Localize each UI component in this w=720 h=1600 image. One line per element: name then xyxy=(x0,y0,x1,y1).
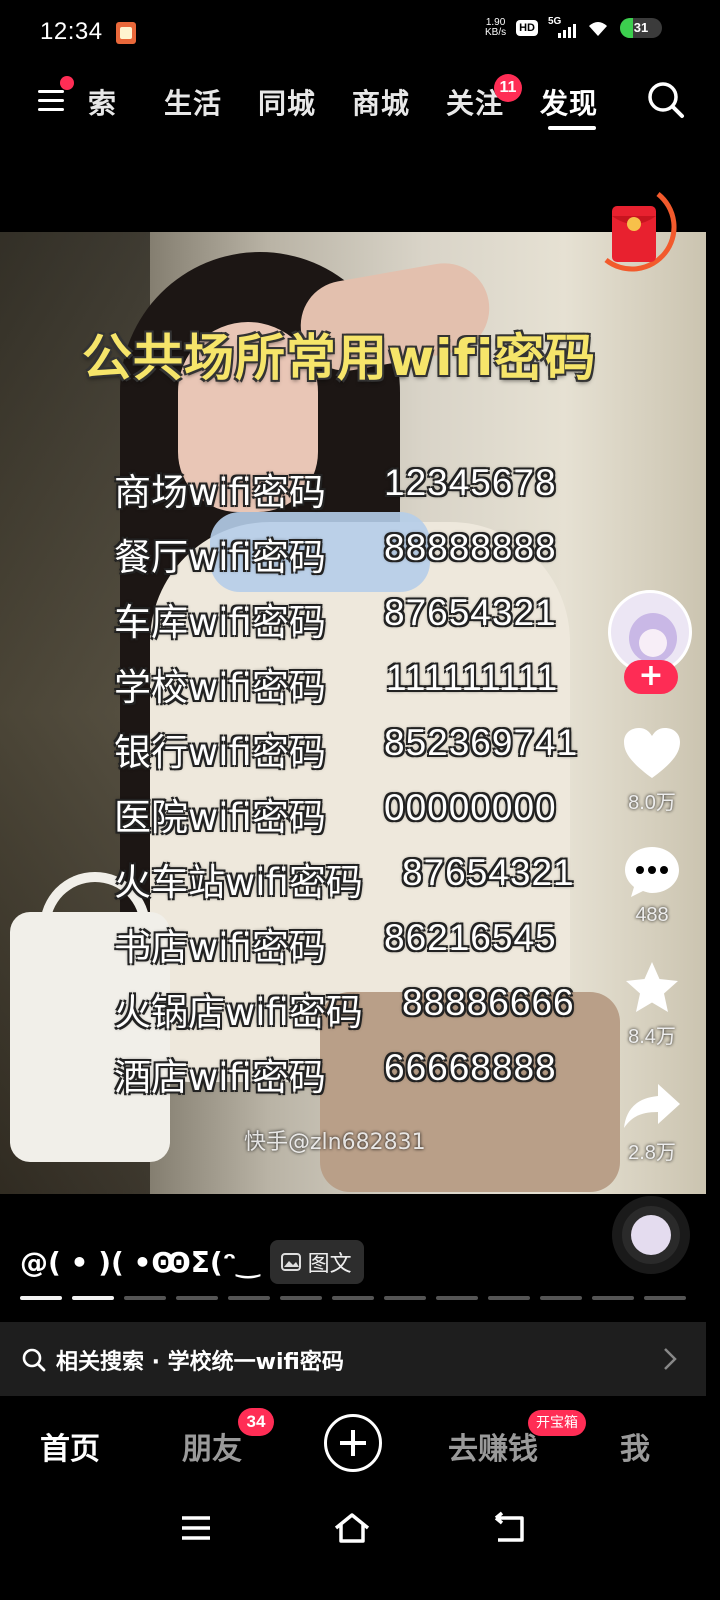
post-image[interactable]: 公共场所常用wifi密码 商场wifi密码 12345678 餐厅wifi密码 … xyxy=(0,232,706,1194)
tab-friends[interactable]: 朋友 xyxy=(182,1424,242,1468)
password-label: 医院wifi密码 xyxy=(114,796,326,839)
progress-segment xyxy=(540,1296,582,1300)
post-caption: @( • )( •ꙬΣ(ᵔ‿ 图文 xyxy=(20,1240,364,1284)
password-label: 银行wifi密码 xyxy=(114,731,326,774)
battery-level: 31 xyxy=(633,20,649,35)
password-value: 852369741 xyxy=(384,722,579,763)
menu-notification-dot xyxy=(60,76,74,90)
heart-icon xyxy=(624,728,680,778)
image-text-tag[interactable]: 图文 xyxy=(269,1240,364,1284)
like-count: 8.0万 xyxy=(628,792,676,814)
password-label: 火锅店wifi密码 xyxy=(114,991,363,1034)
music-disc[interactable] xyxy=(612,1196,690,1274)
comment-count: 488 xyxy=(635,904,669,926)
chevron-right-icon xyxy=(664,1348,677,1370)
related-search-bar[interactable]: 相关搜索 · 学校统一wifi密码 xyxy=(0,1322,706,1396)
home-icon[interactable] xyxy=(332,1510,372,1546)
tab-life[interactable]: 生活 xyxy=(164,82,222,122)
treasure-box-badge: 开宝箱 xyxy=(528,1410,586,1436)
password-value: 86216545 xyxy=(384,917,557,958)
hd-icon: HD xyxy=(516,20,538,36)
progress-segment xyxy=(332,1296,374,1300)
follow-button[interactable]: + xyxy=(624,660,678,694)
progress-segment xyxy=(592,1296,634,1300)
password-label: 学校wifi密码 xyxy=(114,666,326,709)
password-label: 书店wifi密码 xyxy=(114,926,326,969)
password-label: 酒店wifi密码 xyxy=(114,1056,326,1099)
progress-segment xyxy=(124,1296,166,1300)
bottom-tab-bar: 首页 朋友 34 去赚钱 开宝箱 我 xyxy=(0,1400,720,1484)
password-value: 87654321 xyxy=(402,852,575,893)
password-label: 餐厅wifi密码 xyxy=(114,536,326,579)
progress-segment xyxy=(72,1296,114,1300)
friends-badge: 34 xyxy=(238,1408,274,1436)
signal-icon: 5G xyxy=(548,16,576,38)
favorite-button[interactable]: 8.4万 xyxy=(612,960,692,1049)
status-indicators: 1.90 KB/s HD 5G 31 xyxy=(485,16,662,38)
tab-search-partial[interactable]: 索 xyxy=(88,82,117,122)
back-icon[interactable] xyxy=(490,1510,530,1546)
tab-home[interactable]: 首页 xyxy=(40,1424,100,1468)
share-icon xyxy=(624,1084,680,1128)
battery-icon: 31 xyxy=(620,18,662,38)
progress-segment xyxy=(228,1296,270,1300)
progress-segment xyxy=(488,1296,530,1300)
red-envelope-icon[interactable] xyxy=(596,190,688,278)
password-value: 12345678 xyxy=(384,462,557,503)
network-speed: 1.90 KB/s xyxy=(485,18,506,38)
progress-segment xyxy=(20,1296,62,1300)
watermark: 快手@zln682831 xyxy=(244,1130,426,1155)
menu-button[interactable] xyxy=(34,86,68,116)
top-nav: 索 生活 同城 商城 关注 11 发现 xyxy=(0,66,720,136)
status-bar: 12:34 1.90 KB/s HD 5G 31 xyxy=(0,0,720,64)
password-label: 商场wifi密码 xyxy=(114,471,326,514)
create-button[interactable] xyxy=(324,1414,382,1472)
progress-segment xyxy=(176,1296,218,1300)
search-icon xyxy=(22,1348,46,1372)
tab-earn[interactable]: 去赚钱 xyxy=(448,1424,538,1468)
active-tab-indicator xyxy=(548,126,596,130)
notification-app-icon xyxy=(116,22,136,44)
search-icon[interactable] xyxy=(646,80,686,120)
tab-me[interactable]: 我 xyxy=(620,1424,650,1468)
progress-segment xyxy=(280,1296,322,1300)
image-progress xyxy=(20,1296,686,1300)
password-value: 88888888 xyxy=(384,527,557,568)
like-button[interactable]: 8.0万 xyxy=(612,726,692,815)
share-count: 2.8万 xyxy=(628,1142,676,1164)
password-value: 87654321 xyxy=(384,592,557,633)
favorite-count: 8.4万 xyxy=(628,1026,676,1048)
following-badge: 11 xyxy=(494,74,522,102)
progress-segment xyxy=(384,1296,426,1300)
progress-segment xyxy=(644,1296,686,1300)
password-value: 00000000 xyxy=(384,787,557,828)
system-nav-bar xyxy=(0,1500,720,1600)
comment-button[interactable]: 488 xyxy=(612,844,692,927)
caption-text[interactable]: @( • )( •ꙬΣ(ᵔ‿ xyxy=(20,1246,260,1279)
recent-apps-icon[interactable] xyxy=(176,1510,216,1546)
tab-mall[interactable]: 商城 xyxy=(352,82,410,122)
share-button[interactable]: 2.8万 xyxy=(612,1080,692,1165)
password-value: 111111111 xyxy=(386,657,559,698)
star-icon xyxy=(626,962,678,1012)
comment-icon xyxy=(625,847,679,897)
image-icon xyxy=(280,1253,301,1271)
password-value: 66668888 xyxy=(384,1047,557,1088)
image-title: 公共场所常用wifi密码 xyxy=(82,329,597,387)
tab-local[interactable]: 同城 xyxy=(258,82,316,122)
password-label: 车库wifi密码 xyxy=(114,601,326,644)
password-value: 88886666 xyxy=(402,982,575,1023)
status-time: 12:34 xyxy=(40,18,103,45)
tab-discover[interactable]: 发现 xyxy=(540,82,598,122)
network-speed-unit: KB/s xyxy=(484,27,507,38)
progress-segment xyxy=(436,1296,478,1300)
related-search-text: 相关搜索 · 学校统一wifi密码 xyxy=(56,1350,344,1375)
image-text-label: 图文 xyxy=(307,1252,352,1277)
password-label: 火车站wifi密码 xyxy=(114,861,363,904)
wifi-icon xyxy=(589,22,607,36)
